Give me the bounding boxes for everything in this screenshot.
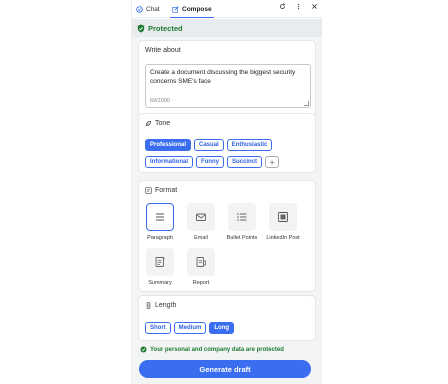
tone-title: Tone [155,120,171,127]
format-option-paragraph-box [146,203,174,231]
format-card: Format Paragraph Email Bullet Points Lin… [138,180,316,292]
format-option-linkedin-post[interactable]: LinkedIn Post [262,203,304,241]
close-icon[interactable] [311,3,318,15]
tone-option-succinct[interactable]: Succinct [227,156,263,168]
refresh-icon[interactable] [279,3,286,15]
format-option-summary-box [146,248,174,276]
format-option-label: Bullet Points [226,235,258,241]
bullet-list-icon [237,213,247,221]
format-option-linkedin-post-box [269,203,297,231]
format-option-label: Email [194,235,208,241]
format-option-label: LinkedIn Post [266,235,300,241]
format-option-email[interactable]: Email [180,203,222,241]
protected-banner: Protected [132,19,322,37]
tone-option-informational[interactable]: Informational [145,156,194,168]
length-option-medium[interactable]: Medium [173,322,207,334]
report-icon [196,257,206,267]
top-bar: Chat Compose [132,0,322,18]
tone-title-row: Tone [145,120,170,127]
format-option-paragraph[interactable]: Paragraph [139,203,181,241]
format-option-report[interactable]: Report [180,248,222,286]
shield-check-icon [140,346,147,353]
format-option-bullet-points-box [228,203,256,231]
format-option-report-box [187,248,215,276]
format-icon [145,187,152,194]
write-about-title: Write about [145,47,181,54]
add-tone-button[interactable]: + [265,156,280,168]
tab-compose-label: Compose [182,5,212,13]
resize-handle-icon[interactable] [304,101,309,106]
tone-option-casual[interactable]: Casual [194,139,224,151]
tone-option-enthusiastic[interactable]: Enthusiastic [226,139,273,151]
generate-draft-button[interactable]: Generate draft [139,360,311,378]
length-option-short[interactable]: Short [145,322,171,334]
shield-check-icon [137,24,145,32]
length-options: Short Medium Long [145,322,235,334]
format-title: Format [155,187,178,194]
write-about-value: Create a document discussing the biggest… [150,69,296,85]
length-title: Length [155,302,177,309]
format-option-label: Paragraph [147,235,173,241]
email-icon [196,213,206,221]
write-about-card: Write about Create a document discussing… [138,40,316,116]
summary-icon [155,256,165,267]
format-title-row: Format [145,187,177,194]
format-option-label: Report [192,280,210,286]
tab-chat-label: Chat [146,5,160,13]
more-vertical-icon[interactable] [295,3,302,15]
compose-edit-icon [172,5,179,13]
format-option-label: Summary [148,280,172,286]
chat-bubble-icon [136,5,143,13]
paragraph-icon [156,213,164,221]
header-actions [279,3,318,15]
compose-content: Write about Create a document discussing… [132,37,322,384]
compose-panel: Chat Compose Protected Write about Creat… [131,0,322,384]
write-about-input[interactable]: Create a document discussing the biggest… [145,64,311,108]
tab-chat[interactable]: Chat [136,3,160,15]
tone-option-professional[interactable]: Professional [145,139,192,151]
format-option-bullet-points[interactable]: Bullet Points [221,203,263,241]
tab-compose[interactable]: Compose [170,3,214,18]
tone-row-1: Professional Casual Enthusiastic [145,139,273,151]
linkedin-icon [278,212,288,222]
length-option-long[interactable]: Long [209,322,235,334]
length-icon [146,302,151,309]
privacy-note-text: Your personal and company data are prote… [150,346,284,353]
privacy-note: Your personal and company data are prote… [140,346,284,353]
format-option-email-box [187,203,215,231]
tone-option-funny[interactable]: Funny [196,156,225,168]
length-card: Length Short Medium Long [138,295,316,341]
tone-card: Tone Professional Casual Enthusiastic In… [138,113,316,173]
format-option-summary[interactable]: Summary [139,248,181,286]
banner-label: Protected [148,23,183,33]
tone-row-2: Informational Funny Succinct + [145,156,280,168]
length-title-row: Length [145,302,176,309]
tone-icon [146,121,151,126]
character-counter: 69/2000 [150,97,170,104]
